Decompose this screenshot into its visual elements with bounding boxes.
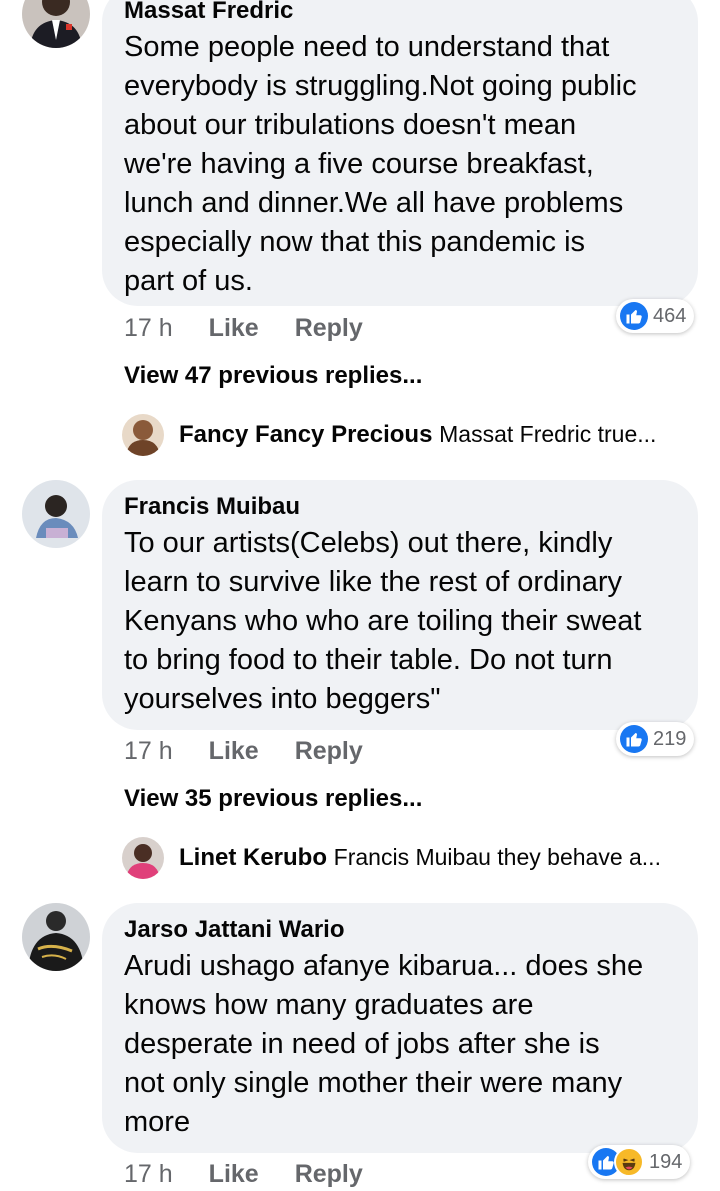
view-previous-replies[interactable]: View 47 previous replies... bbox=[124, 362, 422, 390]
reply-button[interactable]: Reply bbox=[295, 1160, 363, 1189]
thumbs-up-icon bbox=[620, 302, 648, 330]
laughing-face-icon bbox=[614, 1147, 644, 1177]
comment-author[interactable]: Massat Fredric bbox=[124, 0, 676, 26]
like-button[interactable]: Like bbox=[209, 1160, 259, 1189]
reaction-summary[interactable]: 194 bbox=[588, 1145, 691, 1179]
reply-button[interactable]: Reply bbox=[295, 737, 363, 766]
comment-author[interactable]: Jarso Jattani Wario bbox=[124, 915, 676, 945]
thumbs-up-icon bbox=[620, 725, 648, 753]
timestamp[interactable]: 17 h bbox=[124, 1160, 173, 1189]
reaction-summary[interactable]: 219 bbox=[616, 722, 695, 756]
like-button[interactable]: Like bbox=[209, 314, 259, 343]
comment-author[interactable]: Francis Muibau bbox=[124, 492, 676, 522]
like-button[interactable]: Like bbox=[209, 737, 259, 766]
avatar[interactable] bbox=[22, 480, 90, 548]
avatar[interactable] bbox=[22, 0, 90, 48]
comment-bubble[interactable]: Francis Muibau To our artists(Celebs) ou… bbox=[102, 480, 698, 730]
comment-bubble[interactable]: Massat Fredric Some people need to under… bbox=[102, 0, 698, 306]
comment-text: To our artists(Celebs) out there, kindly… bbox=[124, 527, 642, 715]
reply-button[interactable]: Reply bbox=[295, 314, 363, 343]
reply-snippet: Massat Fredric true... bbox=[439, 421, 657, 447]
reaction-summary[interactable]: 464 bbox=[616, 299, 695, 333]
reaction-count: 464 bbox=[653, 304, 687, 327]
comment-bubble[interactable]: Jarso Jattani Wario Arudi ushago afanye … bbox=[102, 903, 698, 1153]
reply-author[interactable]: Linet Kerubo bbox=[179, 844, 327, 871]
reply-snippet: Francis Muibau they behave a... bbox=[333, 844, 661, 870]
timestamp[interactable]: 17 h bbox=[124, 737, 173, 766]
latest-reply[interactable]: Fancy Fancy Precious Massat Fredric true… bbox=[122, 414, 656, 456]
comment-text: Some people need to understand that ever… bbox=[124, 31, 637, 297]
avatar[interactable] bbox=[122, 837, 164, 879]
avatar[interactable] bbox=[22, 903, 90, 971]
avatar[interactable] bbox=[122, 414, 164, 456]
reaction-count: 194 bbox=[649, 1150, 683, 1173]
comment-actions: 17 h Like Reply bbox=[124, 1156, 363, 1191]
latest-reply[interactable]: Linet Kerubo Francis Muibau they behave … bbox=[122, 837, 661, 879]
view-previous-replies[interactable]: View 35 previous replies... bbox=[124, 785, 422, 813]
comment-actions: 17 h Like Reply bbox=[124, 733, 363, 769]
comment-actions: 17 h Like Reply bbox=[124, 310, 363, 346]
comment-text: Arudi ushago afanye kibarua... does she … bbox=[124, 950, 644, 1138]
timestamp[interactable]: 17 h bbox=[124, 314, 173, 343]
reply-author[interactable]: Fancy Fancy Precious bbox=[179, 421, 432, 448]
reaction-count: 219 bbox=[653, 727, 687, 750]
